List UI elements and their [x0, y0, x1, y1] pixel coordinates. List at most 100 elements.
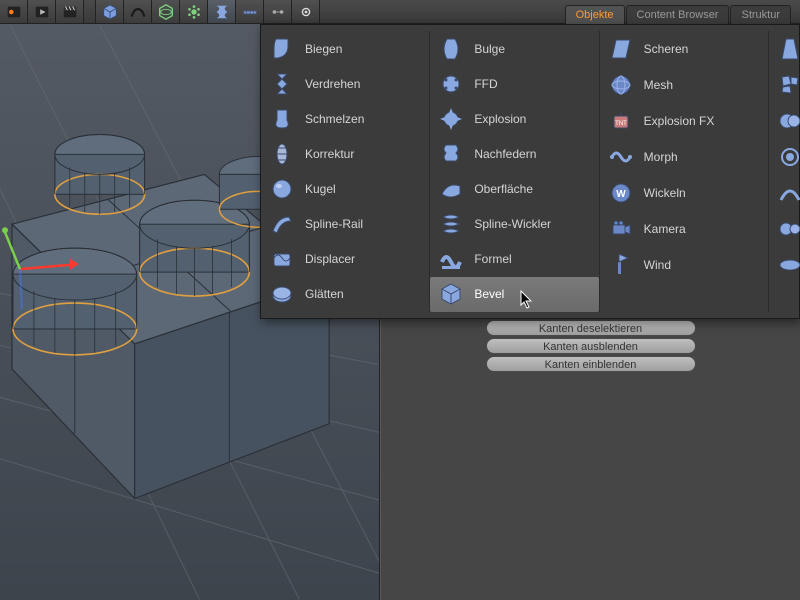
top-toolbar: Objekte Content Browser Struktur: [0, 0, 800, 24]
label: Spline-Wickler: [474, 217, 551, 231]
shatter-icon: [777, 72, 800, 98]
svg-text:W: W: [616, 189, 626, 200]
deformer-extra-6[interactable]: [769, 211, 799, 247]
deformer-verdrehen[interactable]: Verdrehen: [261, 66, 429, 101]
deformer-formel[interactable]: Formel: [430, 242, 598, 277]
deformer-kamera[interactable]: Kamera: [600, 211, 768, 247]
surface-icon: [438, 176, 464, 202]
sphere-icon: [269, 176, 295, 202]
label: Oberfläche: [474, 182, 533, 196]
formula-icon: [438, 246, 464, 272]
deformer-ffd[interactable]: FFD: [430, 66, 598, 101]
tab-content-browser[interactable]: Content Browser: [626, 5, 730, 24]
deformer-oberflaeche[interactable]: Oberfläche: [430, 172, 598, 207]
label: Formel: [474, 252, 511, 266]
icon-cube[interactable]: [96, 0, 124, 23]
btn-kanten-einblenden[interactable]: Kanten einblenden: [486, 356, 696, 372]
deformer-spline-rail[interactable]: Spline-Rail: [261, 207, 429, 242]
icon-deformer[interactable]: [208, 0, 236, 23]
deformer-extra-2[interactable]: [769, 67, 799, 103]
ffd-icon: [438, 71, 464, 97]
deformer-displacer[interactable]: Displacer: [261, 242, 429, 277]
deformer-kugel[interactable]: Kugel: [261, 172, 429, 207]
wrap-icon: W: [608, 180, 634, 206]
deformer-spline-wickler[interactable]: Spline-Wickler: [430, 207, 598, 242]
spline-wrap-icon: [438, 211, 464, 237]
label: Kamera: [644, 222, 686, 236]
deformer-korrektur[interactable]: Korrektur: [261, 136, 429, 171]
mesh-icon: [608, 72, 634, 98]
bevel-icon: [438, 281, 464, 307]
label: Explosion: [474, 112, 526, 126]
panel-tabs: Objekte Content Browser Struktur: [565, 0, 800, 24]
deformer-extra-3[interactable]: [769, 103, 799, 139]
morph-icon: [608, 144, 634, 170]
deformer-col-3: Scheren Mesh TNT Explosion FX Morph W Wick…: [600, 31, 768, 312]
label: Nachfedern: [474, 147, 536, 161]
deformer-extra-7[interactable]: [769, 247, 799, 283]
bend-icon: [269, 36, 295, 62]
btn-kanten-deselektieren[interactable]: Kanten deselektieren: [486, 320, 696, 336]
explosion-icon: [438, 106, 464, 132]
deformer-bulge[interactable]: Bulge: [430, 31, 598, 66]
displacer-icon: [269, 246, 295, 272]
label: Kugel: [305, 182, 336, 196]
deformer-scheren[interactable]: Scheren: [600, 31, 768, 67]
deformer-schmelzen[interactable]: Schmelzen: [261, 101, 429, 136]
explosionfx-icon: TNT: [608, 108, 634, 134]
label: Morph: [644, 150, 678, 164]
wind-icon: [608, 252, 634, 278]
label: Mesh: [644, 78, 673, 92]
label: Bevel: [474, 287, 504, 301]
deformer-flyout: Biegen Verdrehen Schmelzen Korrektur Kug…: [260, 24, 800, 319]
deformer-wickeln[interactable]: W Wickeln: [600, 175, 768, 211]
icon-array[interactable]: [180, 0, 208, 23]
shrinkwrap-icon: [777, 144, 800, 170]
tab-struktur[interactable]: Struktur: [730, 5, 791, 24]
deformer-glaetten[interactable]: Glätten: [261, 277, 429, 312]
smooth-icon: [269, 281, 295, 307]
label: Verdrehen: [305, 77, 360, 91]
deformer-extra-5[interactable]: [769, 175, 799, 211]
deformer-bevel[interactable]: Bevel: [430, 277, 598, 312]
deformer-col-2: Bulge FFD Explosion Nachfedern Oberfläch…: [430, 31, 598, 312]
label: Schmelzen: [305, 112, 364, 126]
melt-icon: [269, 106, 295, 132]
spline-rail-icon: [269, 211, 295, 237]
deformer-extra-4[interactable]: [769, 139, 799, 175]
icon-light[interactable]: [292, 0, 320, 23]
deformer-biegen[interactable]: Biegen: [261, 31, 429, 66]
label: Spline-Rail: [305, 217, 363, 231]
label: Wind: [644, 258, 671, 272]
label: Korrektur: [305, 147, 354, 161]
spline-icon: [777, 180, 800, 206]
label: Scheren: [644, 42, 689, 56]
twist-icon: [269, 71, 295, 97]
icon-nurbs[interactable]: [152, 0, 180, 23]
label: FFD: [474, 77, 497, 91]
tab-objekte[interactable]: Objekte: [565, 5, 625, 24]
taper-icon: [777, 36, 800, 62]
deformer-wind[interactable]: Wind: [600, 247, 768, 283]
label: Wickeln: [644, 186, 686, 200]
label: Bulge: [474, 42, 505, 56]
deformer-explosion-fx[interactable]: TNT Explosion FX: [600, 103, 768, 139]
icon-clapper[interactable]: [56, 0, 84, 23]
icon-spline[interactable]: [124, 0, 152, 23]
deformer-mesh[interactable]: Mesh: [600, 67, 768, 103]
deformer-extra-1[interactable]: [769, 31, 799, 67]
deformer-explosion[interactable]: Explosion: [430, 101, 598, 136]
icon-joints[interactable]: [264, 0, 292, 23]
deformer-col-4-partial: [769, 31, 799, 312]
icon-floor[interactable]: [236, 0, 264, 23]
camera-icon: [608, 216, 634, 242]
bulge-icon: [438, 36, 464, 62]
jiggle-icon: [438, 141, 464, 167]
label: Explosion FX: [644, 114, 715, 128]
label: Glätten: [305, 287, 344, 301]
icon-play[interactable]: [28, 0, 56, 23]
deformer-morph[interactable]: Morph: [600, 139, 768, 175]
icon-record[interactable]: [0, 0, 28, 23]
deformer-nachfedern[interactable]: Nachfedern: [430, 136, 598, 171]
btn-kanten-ausblenden[interactable]: Kanten ausblenden: [486, 338, 696, 354]
